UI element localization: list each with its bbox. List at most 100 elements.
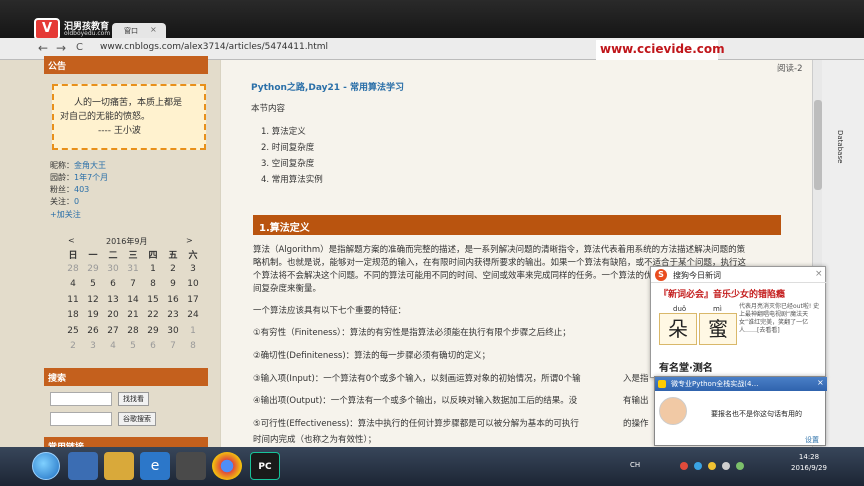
calendar-day[interactable]: 8 xyxy=(144,279,162,289)
calendar-day[interactable]: 2 xyxy=(164,264,182,274)
calendar-day[interactable]: 24 xyxy=(184,310,202,320)
profile-fans: 粉丝：403 xyxy=(50,184,89,195)
calendar-day[interactable]: 10 xyxy=(184,279,202,289)
search-button[interactable]: 找找看 xyxy=(118,392,149,406)
calendar-next-icon[interactable]: > xyxy=(186,236,193,245)
tray-icon[interactable] xyxy=(708,462,716,470)
calendar-prev-icon[interactable]: < xyxy=(68,236,75,245)
calendar-day[interactable]: 6 xyxy=(144,341,162,351)
calendar-day[interactable]: 2 xyxy=(64,341,82,351)
calendar-day[interactable]: 23 xyxy=(164,310,182,320)
calendar-day[interactable]: 28 xyxy=(64,264,82,274)
profile-age-link[interactable]: 1年7个月 xyxy=(74,173,108,182)
screen: V 汩男孩教育 oldboyedu.com 窗口 × ← → C www.cnb… xyxy=(0,0,864,486)
calendar-day[interactable]: 30 xyxy=(104,264,122,274)
chrome-icon[interactable] xyxy=(212,452,242,480)
paragraph-line: 算法（Algorithm）是指解题方案的准确而完整的描述，是一系列解决问题的清晰… xyxy=(253,245,746,255)
calendar-day[interactable]: 5 xyxy=(124,341,142,351)
toc-item: 1. 算法定义 xyxy=(261,127,306,137)
calendar-day[interactable]: 26 xyxy=(84,326,102,336)
calendar-weekday: 一 xyxy=(88,251,98,261)
qq-message-text[interactable]: 要报名也不是你这句话有用的 xyxy=(711,409,802,419)
folder-icon[interactable] xyxy=(104,452,134,480)
qq-close-icon[interactable]: × xyxy=(817,378,824,387)
qq-settings-link[interactable]: 设置 xyxy=(805,435,819,445)
follow-link[interactable]: +加关注 xyxy=(50,209,81,220)
calendar-day[interactable]: 18 xyxy=(64,310,82,320)
calendar-day[interactable]: 27 xyxy=(104,326,122,336)
search-input-1[interactable] xyxy=(50,392,112,406)
calendar-day[interactable]: 12 xyxy=(84,295,102,305)
calendar-day[interactable]: 5 xyxy=(84,279,102,289)
article-title[interactable]: Python之路,Day21 - 常用算法学习 xyxy=(251,80,404,93)
calendar-day[interactable]: 3 xyxy=(84,341,102,351)
reload-icon[interactable]: C xyxy=(76,41,83,55)
calendar-week-row: 18 19 20 21 22 23 24 xyxy=(64,310,214,325)
calendar-week-row: 2345678 xyxy=(64,341,214,356)
pinyin-2: mì xyxy=(713,305,722,313)
input-language[interactable]: CH xyxy=(630,461,640,469)
calendar-day[interactable]: 1 xyxy=(184,326,202,336)
calendar-day[interactable]: 17 xyxy=(184,295,202,305)
profile-fans-link[interactable]: 403 xyxy=(74,185,89,194)
calendar-day[interactable]: 25 xyxy=(64,326,82,336)
calendar-day[interactable]: 1 xyxy=(144,264,162,274)
forward-icon[interactable]: → xyxy=(56,41,66,55)
tray-icon[interactable] xyxy=(694,462,702,470)
google-search-button[interactable]: 谷歌搜索 xyxy=(118,412,156,426)
calendar-day[interactable]: 8 xyxy=(184,341,202,351)
calendar-day[interactable]: 4 xyxy=(104,341,122,351)
scroll-thumb[interactable] xyxy=(814,100,822,190)
database-tab[interactable]: Database xyxy=(836,130,844,163)
calendar-weekday: 三 xyxy=(128,251,138,261)
network-icon[interactable] xyxy=(736,462,744,470)
taskbar-app-icon[interactable] xyxy=(68,452,98,480)
tray-icon[interactable] xyxy=(680,462,688,470)
calendar-day[interactable]: 3 xyxy=(184,264,202,274)
sogou-title[interactable]: 『新词必会』音乐少女的错陷瘾 xyxy=(659,287,785,300)
calendar-day[interactable]: 7 xyxy=(164,341,182,351)
browser-tab[interactable]: 窗口 xyxy=(112,23,166,38)
calendar-day[interactable]: 9 xyxy=(164,279,182,289)
calendar-day[interactable]: 13 xyxy=(104,295,122,305)
media-icon[interactable] xyxy=(176,452,206,480)
calendar-day[interactable]: 4 xyxy=(64,279,82,289)
calendar-day[interactable]: 20 xyxy=(104,310,122,320)
calendar-day[interactable]: 31 xyxy=(124,264,142,274)
ie-icon[interactable]: e xyxy=(140,452,170,480)
calendar-day[interactable]: 16 xyxy=(164,295,182,305)
sogou-footer[interactable]: 有名堂·测名 xyxy=(659,359,713,374)
profile-label: 关注： xyxy=(50,197,74,206)
calendar-day[interactable]: 7 xyxy=(124,279,142,289)
calendar-weekday: 二 xyxy=(108,251,118,261)
pycharm-icon[interactable]: PC xyxy=(250,452,280,480)
profile-nickname-link[interactable]: 金角大王 xyxy=(74,161,106,170)
back-icon[interactable]: ← xyxy=(38,41,48,55)
calendar-day[interactable]: 22 xyxy=(144,310,162,320)
profile-follow-link[interactable]: 0 xyxy=(74,197,79,206)
calendar-day[interactable]: 6 xyxy=(104,279,122,289)
search-input-2[interactable] xyxy=(50,412,112,426)
calendar-day[interactable]: 11 xyxy=(64,295,82,305)
feature-item-tail: 有输出 xyxy=(623,396,649,406)
clock-time: 14:28 xyxy=(798,453,820,461)
start-button-icon[interactable] xyxy=(32,452,60,480)
calendar-day[interactable]: 30 xyxy=(164,326,182,336)
calendar-day[interactable]: 19 xyxy=(84,310,102,320)
calendar-day[interactable]: 28 xyxy=(124,326,142,336)
section-heading: 1.算法定义 xyxy=(253,215,781,235)
volume-icon[interactable] xyxy=(722,462,730,470)
sogou-close-icon[interactable]: × xyxy=(815,269,823,279)
calendar-day[interactable]: 14 xyxy=(124,295,142,305)
calendar-header: < 2016年9月 > xyxy=(64,236,214,248)
calendar-week-row: 25 26 27 28 29 30 1 xyxy=(64,326,214,341)
calendar-day[interactable]: 15 xyxy=(144,295,162,305)
calendar-day[interactable]: 29 xyxy=(84,264,102,274)
calendar-day[interactable]: 29 xyxy=(144,326,162,336)
profile-label: 粉丝： xyxy=(50,185,74,194)
quote-box: 人的一切痛苦，本质上都是 对自己的无能的愤怒。 ---- 王小波 xyxy=(52,84,206,150)
calendar-day[interactable]: 21 xyxy=(124,310,142,320)
url-field[interactable]: www.cnblogs.com/alex3714/articles/547441… xyxy=(100,42,328,52)
tab-close-icon[interactable]: × xyxy=(150,25,157,34)
system-clock[interactable]: 14:28 2016/9/29 xyxy=(784,452,834,474)
